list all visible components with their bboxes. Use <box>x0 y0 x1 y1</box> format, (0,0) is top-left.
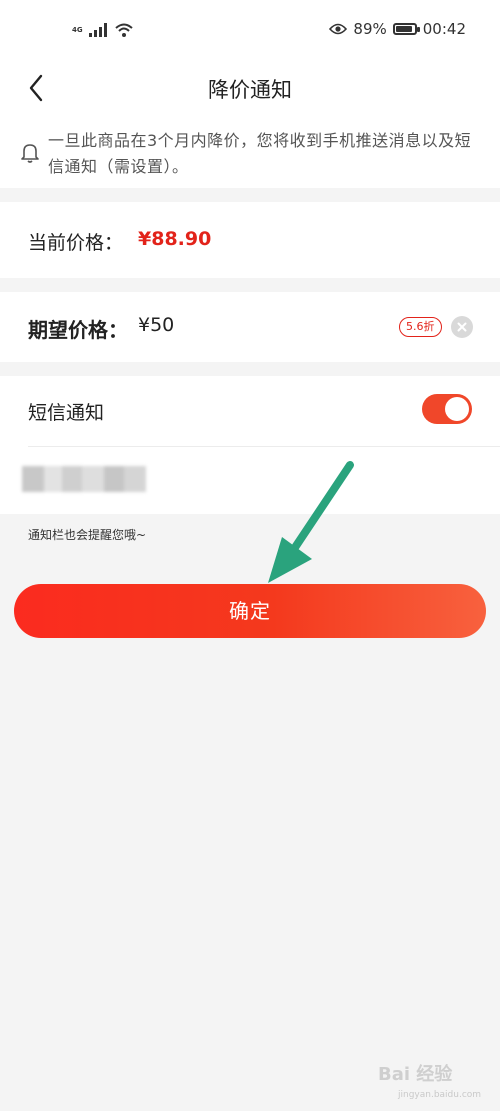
current-price-label: 当前价格： <box>28 232 124 254</box>
toggle-knob <box>445 397 469 421</box>
clear-icon <box>457 322 467 332</box>
battery-fill <box>395 26 412 32</box>
discount-badge: 5.6折 <box>399 317 442 337</box>
battery-icon <box>392 23 420 35</box>
annotation-arrow <box>268 461 354 583</box>
notice-banner: 一旦此商品在3个月内降价，您将收到手机推送消息以及短信通知（需设置）。 <box>0 116 500 188</box>
watermark-url: jingyan.baidu.com <box>398 1090 482 1100</box>
expected-price-input[interactable]: ¥50 <box>138 314 174 336</box>
hint-text: 通知栏也会提醒您哦~ <box>28 528 147 542</box>
baidu-watermark: Bai 经验 <box>378 1060 452 1086</box>
signal-icon <box>88 23 107 37</box>
eye-icon <box>329 23 348 35</box>
divider <box>28 446 500 447</box>
phone-number-blurred[interactable] <box>22 466 146 492</box>
current-price-row: 当前价格： ¥88.90 <box>0 202 500 278</box>
clock: 00:42 <box>422 20 466 38</box>
battery-percent: 89% <box>353 20 387 38</box>
status-left: 4G <box>72 18 133 42</box>
clear-button[interactable] <box>451 316 473 338</box>
wifi-icon <box>114 23 133 37</box>
status-bar: 4G 89% 00:42 <box>0 0 500 60</box>
expected-price-label: 期望价格： <box>28 318 128 342</box>
sms-label: 短信通知 <box>28 402 105 424</box>
expected-price-row[interactable]: 期望价格： ¥50 5.6折 <box>0 292 500 362</box>
bell-icon <box>21 144 39 163</box>
header: 降价通知 <box>0 60 500 116</box>
notice-text: 一旦此商品在3个月内降价，您将收到手机推送消息以及短信通知（需设置）。 <box>48 131 472 176</box>
network-type: 4G <box>72 26 83 34</box>
page-title: 降价通知 <box>208 78 292 102</box>
current-price-value: ¥88.90 <box>138 228 212 250</box>
sms-toggle[interactable] <box>422 394 472 424</box>
status-right: 89% 00:42 <box>329 20 466 38</box>
watermark-name: Bai 经验 <box>378 1064 453 1085</box>
